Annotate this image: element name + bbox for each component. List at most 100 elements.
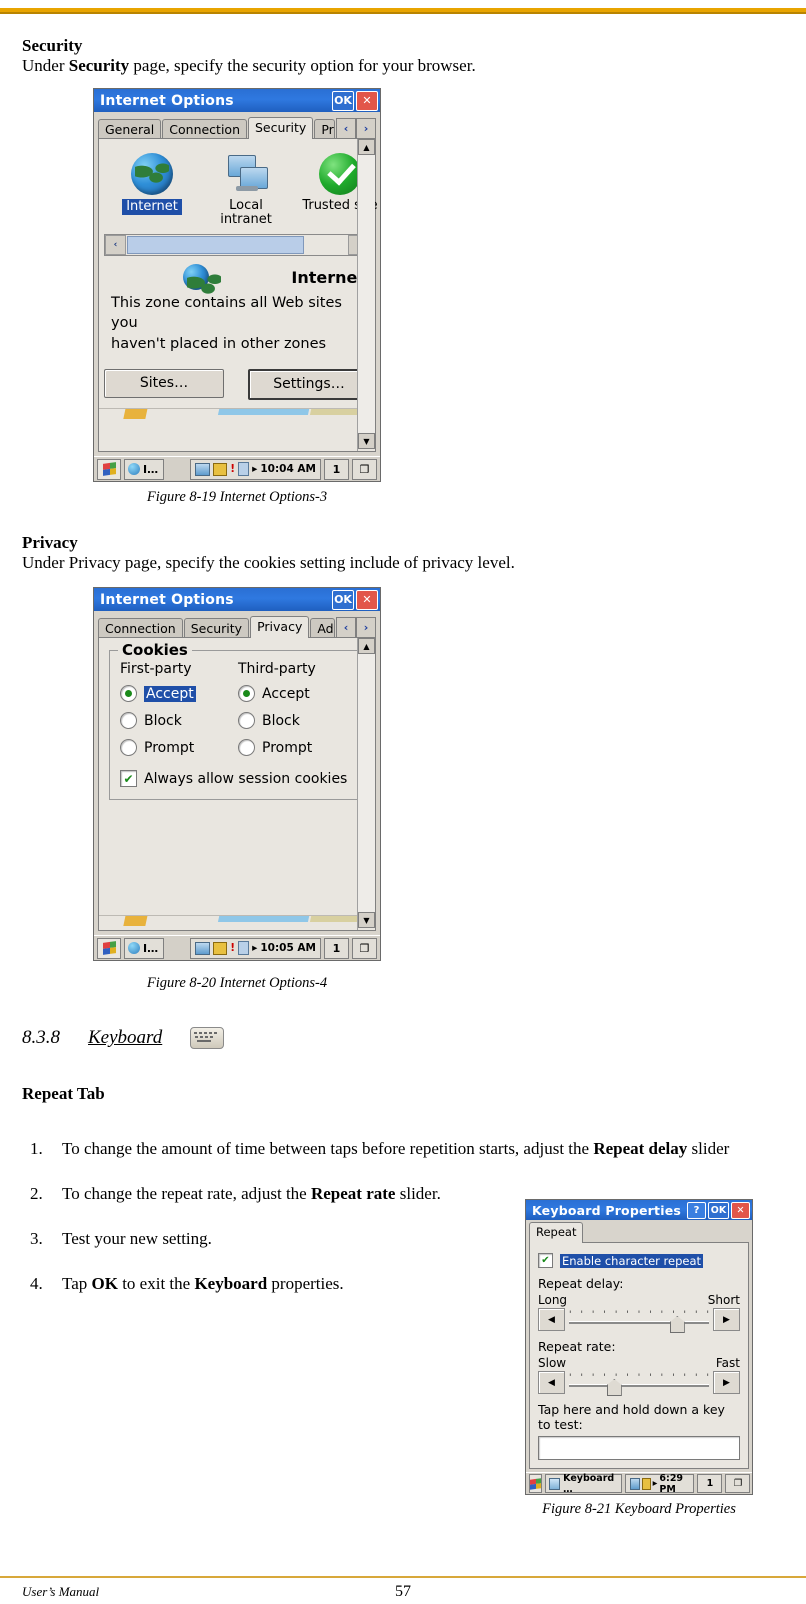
taskbar-task-button[interactable]: I… [124,458,165,480]
settings-button[interactable]: Settings… [248,368,370,400]
radio-icon[interactable] [238,712,255,729]
scroll-up-icon[interactable]: ▲ [358,139,375,155]
start-icon[interactable] [529,1474,542,1493]
show-desktop-button[interactable]: ❐ [352,458,377,480]
ok-button[interactable]: OK [708,1201,729,1219]
internet-options-security-window[interactable]: Internet Options OK ✕ General Connection… [93,88,381,482]
show-desktop-button[interactable]: ❐ [352,937,377,959]
tab-general[interactable]: General [98,119,162,139]
radio-icon[interactable] [120,685,137,702]
tab-advanced[interactable]: Ad [310,618,335,638]
tab-connection[interactable]: Connection [98,618,183,638]
tab-next-icon[interactable]: › [356,118,376,139]
battery-icon[interactable] [238,462,250,476]
sites-button[interactable]: Sites… [104,368,224,398]
taskbar-task-button[interactable]: Keyboard … [545,1473,623,1495]
scroll-thumb[interactable] [127,236,304,255]
battery-icon[interactable] [238,941,250,955]
radio-icon[interactable] [238,685,255,702]
tab-bar[interactable]: Repeat [529,1222,749,1243]
close-button[interactable]: ✕ [731,1201,750,1219]
radio-icon[interactable] [120,712,137,729]
scroll-left-icon[interactable]: ‹ [105,235,126,256]
first-party-block[interactable]: Block [120,712,238,729]
power-icon[interactable] [641,1477,651,1490]
always-allow-session-cookies[interactable]: ✔ Always allow session cookies [120,770,356,787]
tab-security[interactable]: Security [248,117,314,139]
tab-bar[interactable]: Connection Security Privacy Ad ‹ › [98,615,376,638]
tab-prev-icon[interactable]: ‹ [336,118,356,139]
keyboard-properties-window[interactable]: Keyboard Properties ? OK ✕ Repeat ✔ Enab… [525,1199,753,1495]
network-icon[interactable] [630,1477,640,1490]
zone-internet[interactable]: Internet [109,153,195,226]
test-input[interactable] [538,1436,740,1460]
ok-button[interactable]: OK [332,589,354,610]
clock-label[interactable]: 10:04 AM [260,463,316,475]
tab-privacy[interactable]: Pri [314,119,335,139]
input-panel-button[interactable]: 1 [324,937,349,959]
scroll-track-vertical[interactable] [358,654,375,912]
network-icon[interactable] [195,941,211,955]
alert-icon[interactable]: ! [230,942,235,954]
radio-icon[interactable] [120,739,137,756]
taskbar[interactable]: I… ! ▸ 10:04 AM 1 ❐ [94,456,380,481]
tab-privacy[interactable]: Privacy [250,616,310,638]
clock-label[interactable]: 6:29 PM [659,1473,689,1495]
start-icon[interactable] [97,937,121,959]
zone-horizontal-scrollbar[interactable]: ‹ › [104,234,370,257]
checkbox-icon[interactable]: ✔ [120,770,137,787]
taskbar-task-button[interactable]: I… [124,937,165,959]
input-panel-button[interactable]: 1 [324,458,349,480]
zone-buttons[interactable]: Sites… Settings… [99,355,375,408]
scroll-down-icon[interactable]: ▼ [358,433,375,449]
slider-track[interactable]: ' ' ' ' ' ' ' ' ' ' ' ' ' [569,1372,709,1396]
taskbar[interactable]: Keyboard … ▸ 6:29 PM 1 ❐ [526,1472,752,1495]
first-party-accept[interactable]: Accept [120,685,238,702]
slider-left-arrow-icon[interactable]: ◀ [538,1308,565,1331]
window-vertical-scrollbar[interactable]: ▲ ▼ [357,139,375,451]
start-icon[interactable] [97,458,121,480]
tab-connection[interactable]: Connection [162,119,247,139]
power-icon[interactable] [213,941,228,955]
show-desktop-button[interactable]: ❐ [725,1474,751,1493]
repeat-delay-slider[interactable]: ◀ ' ' ' ' ' ' ' ' ' ' ' ' ' ▶ [538,1308,740,1333]
slider-track[interactable]: ' ' ' ' ' ' ' ' ' ' ' ' ' [569,1309,709,1333]
tab-prev-icon[interactable]: ‹ [336,617,356,638]
tab-bar[interactable]: General Connection Security Pri ‹ › [98,116,376,139]
network-icon[interactable] [195,462,211,476]
tab-next-icon[interactable]: › [356,617,376,638]
slider-right-arrow-icon[interactable]: ▶ [713,1308,740,1331]
help-button[interactable]: ? [687,1201,706,1219]
tab-security[interactable]: Security [183,618,250,638]
ok-button[interactable]: OK [332,90,354,111]
system-tray[interactable]: ! ▸ 10:04 AM [190,458,321,480]
enable-character-repeat[interactable]: ✔ Enable character repeat [538,1253,740,1268]
third-party-prompt[interactable]: Prompt [238,739,356,756]
input-panel-button[interactable]: 1 [697,1474,723,1493]
power-icon[interactable] [213,462,228,476]
taskbar[interactable]: I… ! ▸ 10:05 AM 1 ❐ [94,935,380,960]
close-button[interactable]: ✕ [356,589,378,610]
checkbox-icon[interactable]: ✔ [538,1253,553,1268]
third-party-accept[interactable]: Accept [238,685,356,702]
first-party-prompt[interactable]: Prompt [120,739,238,756]
slider-right-arrow-icon[interactable]: ▶ [713,1371,740,1394]
alert-icon[interactable]: ! [230,463,235,475]
zone-list[interactable]: Internet Local intranet Trusted site [99,139,378,228]
tab-scroll-buttons[interactable]: ‹ › [336,617,376,638]
scroll-up-icon[interactable]: ▲ [358,638,375,654]
slider-left-arrow-icon[interactable]: ◀ [538,1371,565,1394]
system-tray[interactable]: ▸ 6:29 PM [625,1473,695,1495]
zone-local-intranet[interactable]: Local intranet [203,153,289,226]
clock-label[interactable]: 10:05 AM [260,942,316,954]
tab-repeat[interactable]: Repeat [529,1222,584,1243]
window-vertical-scrollbar[interactable]: ▲ ▼ [357,638,375,930]
tab-scroll-buttons[interactable]: ‹ › [336,118,376,139]
scroll-track-vertical[interactable] [358,155,375,433]
close-button[interactable]: ✕ [356,90,378,111]
repeat-rate-slider[interactable]: ◀ ' ' ' ' ' ' ' ' ' ' ' ' ' ▶ [538,1371,740,1396]
scroll-down-icon[interactable]: ▼ [358,912,375,928]
internet-options-privacy-window[interactable]: Internet Options OK ✕ Connection Securit… [93,587,381,961]
third-party-block[interactable]: Block [238,712,356,729]
system-tray[interactable]: ! ▸ 10:05 AM [190,937,321,959]
